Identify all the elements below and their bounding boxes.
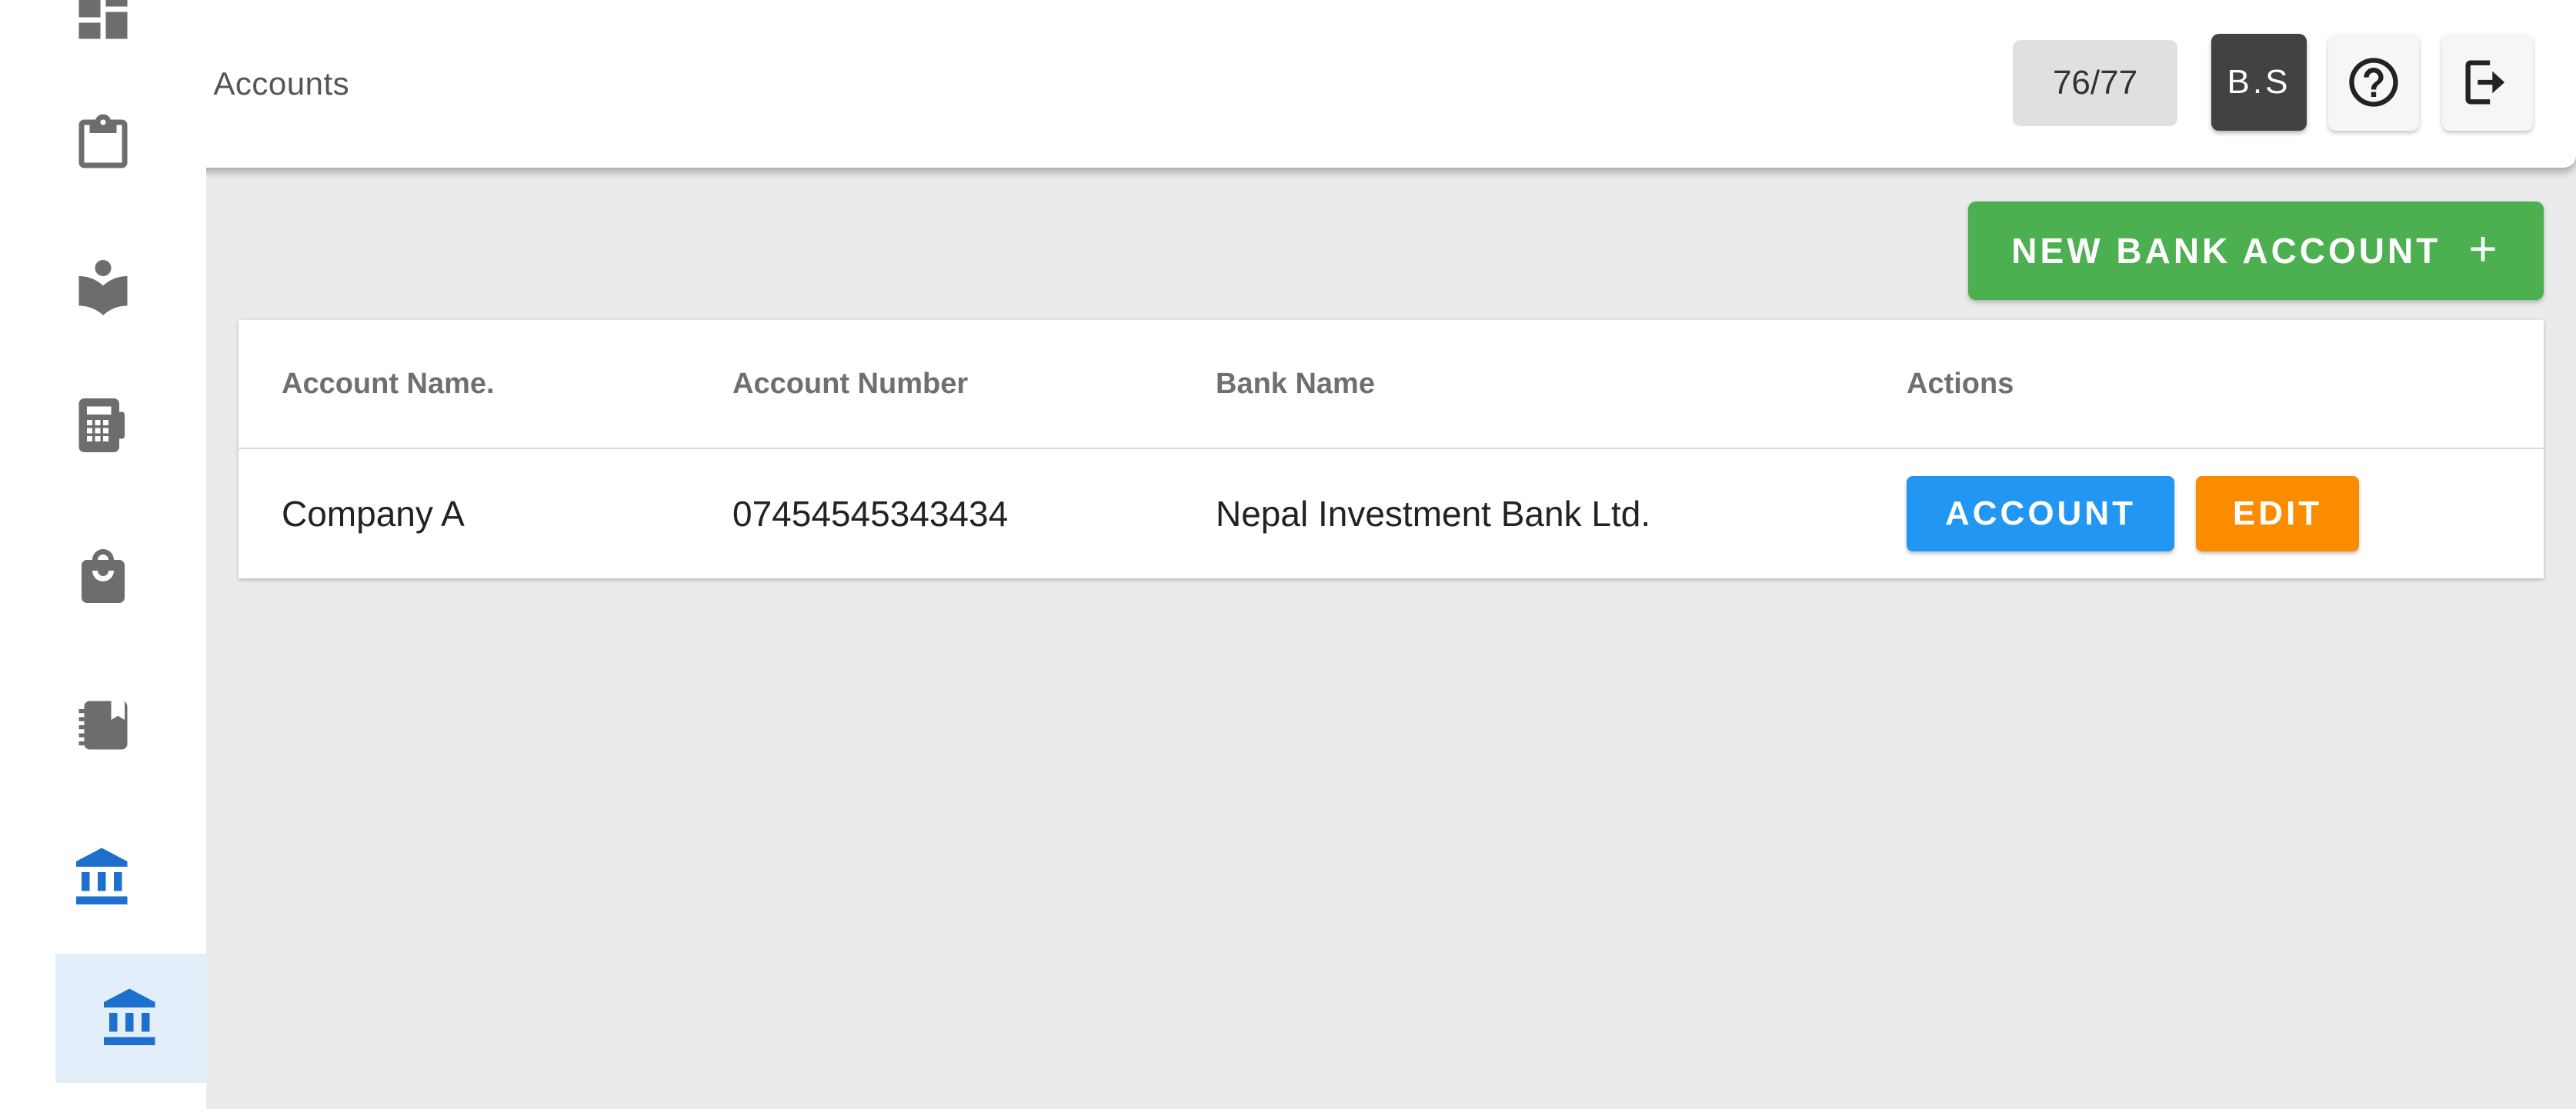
- column-header-bank-name: Bank Name: [1216, 367, 1375, 400]
- sidebar-item-calculator[interactable]: [0, 368, 206, 483]
- dashboard-icon: [71, 0, 135, 47]
- table-header-row: Account Name. Account Number Bank Name A…: [239, 320, 2544, 449]
- column-header-account-name: Account Name.: [282, 367, 495, 400]
- usage-counter: 76/77: [2013, 40, 2177, 126]
- bank-icon: [98, 986, 163, 1051]
- cell-account-name: Company A: [282, 494, 465, 534]
- sidebar: [0, 0, 206, 1109]
- bank-icon: [71, 845, 135, 910]
- edit-button[interactable]: EDIT: [2196, 476, 2359, 551]
- cell-account-number: 07454545343434: [732, 494, 1009, 534]
- clipboard-icon: [71, 112, 135, 176]
- logout-icon: [2458, 53, 2517, 112]
- plus-icon: +: [2468, 221, 2501, 276]
- sidebar-item-ledger[interactable]: [0, 668, 206, 783]
- calculator-icon: [71, 393, 135, 458]
- cell-bank-name: Nepal Investment Bank Ltd.: [1216, 494, 1651, 534]
- sidebar-item-clipboard[interactable]: [0, 86, 206, 201]
- help-circle-icon: [2344, 53, 2403, 112]
- new-bank-account-button[interactable]: NEW BANK ACCOUNT +: [1968, 201, 2544, 300]
- help-button[interactable]: [2328, 34, 2419, 131]
- sidebar-item-purchase[interactable]: [0, 518, 206, 634]
- bank-accounts-table: Account Name. Account Number Bank Name A…: [239, 320, 2544, 578]
- calendar-toggle-button[interactable]: B.S: [2211, 34, 2307, 131]
- top-app-bar: k Accounts 76/77 B.S: [185, 0, 2576, 168]
- ledger-book-icon: [71, 693, 135, 758]
- sidebar-item-bank-accounts[interactable]: [55, 954, 206, 1083]
- shopping-bag-icon: [71, 544, 135, 608]
- sidebar-item-dashboard[interactable]: [0, 0, 206, 72]
- reader-book-icon: [71, 255, 135, 319]
- logout-button[interactable]: [2442, 34, 2533, 131]
- page-title-text: k Accounts: [197, 65, 350, 102]
- column-header-account-number: Account Number: [732, 367, 969, 400]
- new-bank-account-label: NEW BANK ACCOUNT: [2011, 231, 2441, 271]
- sidebar-item-bank[interactable]: [0, 820, 206, 935]
- table-row: Company A 07454545343434 Nepal Investmen…: [239, 449, 2544, 578]
- page-title: k Accounts: [197, 65, 551, 103]
- column-header-actions: Actions: [1907, 367, 2014, 400]
- account-button[interactable]: ACCOUNT: [1907, 476, 2174, 551]
- sidebar-item-reader[interactable]: [0, 229, 206, 345]
